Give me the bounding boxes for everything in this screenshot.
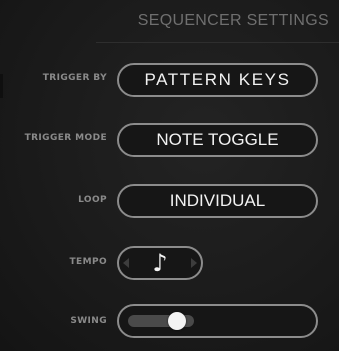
loop-label: LOOP xyxy=(78,195,107,205)
swing-slider-track[interactable] xyxy=(128,312,194,330)
loop-selector[interactable]: INDIVIDUAL xyxy=(117,184,318,218)
swing-label: SWING xyxy=(70,316,107,326)
panel-edge-notch xyxy=(0,74,3,98)
trigger-by-label: TRIGGER BY xyxy=(42,73,107,83)
sequencer-settings-panel: SEQUENCER SETTINGS TRIGGER BY PATTERN KE… xyxy=(0,0,339,351)
panel-title: SEQUENCER SETTINGS xyxy=(137,12,329,29)
tempo-prev-arrow-icon[interactable] xyxy=(123,258,129,268)
swing-control[interactable] xyxy=(117,304,318,338)
trigger-mode-selector[interactable]: NOTE TOGGLE xyxy=(117,123,318,157)
swing-slider-thumb[interactable] xyxy=(167,312,186,330)
tempo-next-arrow-icon[interactable] xyxy=(190,258,197,268)
header-divider xyxy=(96,42,339,43)
tempo-selector[interactable]: ♪ xyxy=(117,246,203,280)
eighth-note-icon: ♪ xyxy=(152,249,168,277)
trigger-by-selector[interactable]: PATTERN KEYS xyxy=(117,63,318,97)
tempo-label: TEMPO xyxy=(69,257,107,267)
trigger-mode-label: TRIGGER MODE xyxy=(24,133,107,143)
